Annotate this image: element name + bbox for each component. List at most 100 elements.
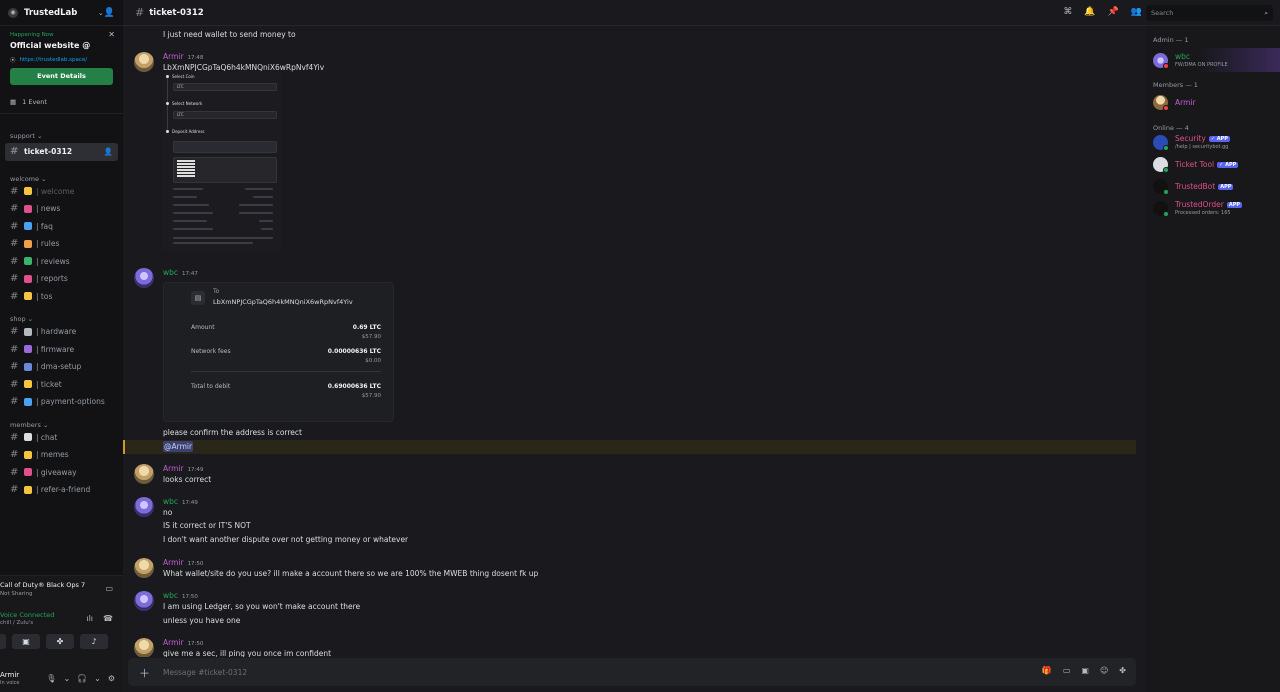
screen-share-button[interactable]: ▣ [12, 634, 40, 649]
avatar[interactable] [134, 591, 154, 611]
avatar[interactable] [134, 464, 154, 484]
events-row[interactable]: ▦ 1 Event [0, 91, 123, 114]
author-name[interactable]: Armir [163, 558, 184, 567]
add-member-icon[interactable]: 👤 [104, 147, 113, 156]
sticker-icon[interactable]: ▣ [1081, 666, 1089, 675]
user-mention[interactable]: @Armir [163, 441, 194, 452]
channel-item[interactable]: # | chat [0, 429, 123, 447]
add-attachment-icon[interactable]: ＋ [139, 665, 150, 681]
avatar [1153, 52, 1169, 69]
channel-item[interactable]: # | rules [0, 235, 123, 253]
events-count: 1 Event [22, 98, 47, 106]
microphone-icon[interactable]: 🎙 [46, 674, 56, 683]
member-bot[interactable]: TrustedBot APP [1153, 176, 1280, 196]
emoji-icon[interactable]: ☺ [1100, 666, 1108, 675]
author-name[interactable]: Armir [163, 638, 184, 647]
channel-sidebar: ◉ TrustedLab ⌄ 👤 Happening Now Official … [0, 0, 123, 692]
channel-label: | payment-options [36, 397, 105, 407]
author-name[interactable]: wbc [163, 268, 178, 277]
category-support[interactable]: support ⌄ [0, 126, 123, 140]
avatar[interactable] [134, 638, 154, 657]
user-info[interactable]: Armir In voice [0, 671, 19, 686]
event-link[interactable]: ⦿ https://trustedlab.space/ [10, 56, 113, 64]
channel-item[interactable]: # | reports [0, 270, 123, 288]
member-armir[interactable]: Armir [1153, 92, 1280, 112]
author-name[interactable]: wbc [163, 497, 178, 506]
headphones-icon[interactable]: 🎧 [77, 674, 87, 683]
apps-icon[interactable]: ✤ [1119, 666, 1126, 675]
channel-item[interactable]: # | payment-options [0, 393, 123, 411]
channel-item[interactable]: # | memes [0, 446, 123, 464]
disconnect-icon[interactable]: ☎ [103, 614, 113, 623]
hash-icon: # [135, 6, 145, 19]
to-address: LbXmNPJCGpTaQ6h4kMNQniX6wRpNvf4Yiv [213, 298, 353, 306]
avatar[interactable] [134, 52, 154, 72]
channel-label: | news [36, 204, 61, 214]
member-list-icon[interactable]: 👥 [1131, 7, 1142, 17]
channel-ticket-0312[interactable]: # ticket-0312 👤 [5, 143, 118, 161]
channel-item[interactable]: # | refer-a-friend [0, 481, 123, 499]
close-icon[interactable]: ✕ [108, 30, 115, 39]
message-input[interactable]: Message #ticket-0312 [163, 668, 247, 677]
server-header[interactable]: ◉ TrustedLab ⌄ 👤 [0, 0, 123, 26]
category-welcome[interactable]: welcome ⌄ [0, 169, 123, 183]
signal-icon[interactable]: ılı [86, 614, 93, 623]
notification-bell-icon[interactable]: 🔔 [1084, 7, 1095, 17]
member-bot[interactable]: Security ✓ APP/help | securitybot.gg [1153, 132, 1280, 152]
activities-button[interactable]: ✤ [46, 634, 74, 649]
transaction-embed[interactable]: ▤ To LbXmNPJCGpTaQ6h4kMNQniX6wRpNvf4Yiv … [163, 282, 394, 422]
gif-icon[interactable]: ▭ [1063, 666, 1071, 675]
step-dot [166, 75, 169, 78]
avatar[interactable] [134, 268, 154, 288]
channel-item[interactable]: # | news [0, 200, 123, 218]
channel-item[interactable]: # | dma-setup [0, 358, 123, 376]
message-text: I don't want another dispute over not ge… [163, 535, 409, 544]
avatar[interactable] [134, 497, 154, 517]
timestamp: 17:49 [187, 467, 204, 473]
category-label: welcome [10, 174, 40, 183]
channel-item[interactable]: # | hardware [0, 323, 123, 341]
gift-icon[interactable]: 🎁 [1042, 666, 1052, 675]
message-text: unless you have one [163, 616, 241, 625]
category-members[interactable]: members ⌄ [0, 415, 123, 429]
channel-item[interactable]: # | faq [0, 218, 123, 236]
category-shop[interactable]: shop ⌄ [0, 309, 123, 323]
author-name[interactable]: Armir [163, 464, 184, 473]
author-name[interactable]: wbc [163, 591, 178, 600]
member-wbc[interactable]: wbc FW/DMA ON PROFILE [1153, 50, 1280, 70]
screen-share-icon[interactable]: ▭ [105, 584, 113, 593]
author-name[interactable]: Armir [163, 52, 184, 61]
message-composer[interactable]: ＋ Message #ticket-0312 🎁 ▭ ▣ ☺ ✤ [128, 658, 1136, 686]
event-link-text[interactable]: https://trustedlab.space/ [20, 57, 88, 63]
pin-icon[interactable]: 📌 [1108, 7, 1119, 17]
app-badge: ✓ APP [1217, 161, 1239, 168]
member-bot[interactable]: Ticket Tool ✓ APP [1153, 154, 1280, 174]
member-name: TrustedBot APP [1175, 182, 1234, 191]
channel-item[interactable]: # | reviews [0, 253, 123, 271]
search-icon: ⌕ [1264, 8, 1268, 17]
threads-icon[interactable]: ⌘ [1063, 7, 1072, 17]
chevron-down-icon[interactable]: ⌄ [94, 674, 101, 683]
avatar[interactable] [134, 558, 154, 578]
message-text: What wallet/site do you use? ill make a … [163, 569, 539, 578]
soundboard-button[interactable]: ♪ [80, 634, 108, 649]
search-input[interactable]: Search ⌕ [1146, 5, 1273, 21]
camera-button[interactable] [0, 634, 6, 649]
step-dot [166, 130, 169, 133]
add-member-icon[interactable]: 👤 [104, 8, 115, 18]
channel-item[interactable]: # | giveaway [0, 464, 123, 482]
channel-label: | chat [36, 432, 58, 442]
channel-item[interactable]: # | tos [0, 288, 123, 306]
channel-item[interactable]: # | ticket [0, 376, 123, 394]
event-details-button[interactable]: Event Details [10, 68, 113, 85]
member-bot[interactable]: TrustedOrder APP Processed orders: 165 [1153, 198, 1280, 218]
hash-icon: # [10, 361, 19, 373]
channel-item[interactable]: # | firmware [0, 341, 123, 359]
channel-item[interactable]: # | welcome [0, 183, 123, 201]
chevron-down-icon[interactable]: ⌄ [63, 674, 70, 683]
settings-gear-icon[interactable]: ⚙ [108, 674, 115, 683]
network-value: LTC [177, 112, 184, 117]
total-value: 0.69000636 LTC [327, 383, 381, 390]
hash-icon: # [10, 273, 19, 285]
image-attachment[interactable]: Select Coin LTC Select Network LTC Depos… [163, 71, 281, 251]
